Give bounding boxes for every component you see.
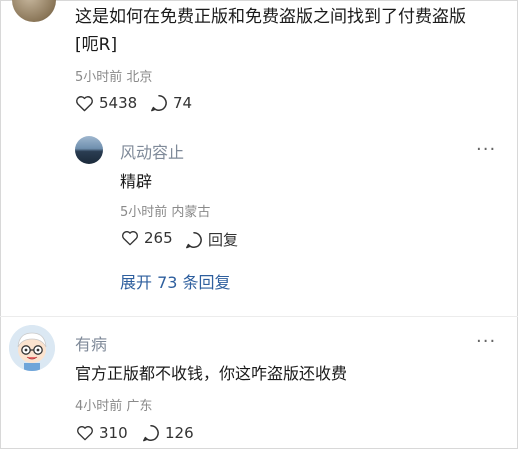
like-button[interactable]: 265 (121, 229, 173, 247)
reply-username[interactable]: 风动容止 (120, 139, 184, 163)
comment-time: 4小时前 (75, 399, 123, 414)
comment-meta: 4小时前 广东 (75, 395, 152, 414)
heart-outline-icon (77, 426, 93, 441)
avatar[interactable] (75, 136, 103, 164)
comment-username[interactable]: 有病 (75, 331, 107, 355)
like-count: 310 (99, 424, 128, 442)
like-button[interactable]: 310 (76, 424, 128, 442)
comment-text-line: [呃R] (75, 35, 118, 55)
more-options-button[interactable]: ··· (476, 331, 496, 352)
like-count: 265 (144, 229, 173, 247)
reply-button[interactable]: 回复 (185, 229, 238, 250)
like-count: 5438 (99, 94, 138, 112)
reply-label: 回复 (208, 231, 239, 249)
more-options-button[interactable]: ··· (476, 139, 496, 160)
reply-bubble-icon (186, 231, 202, 248)
divider (0, 316, 518, 317)
heart-outline-icon (122, 231, 138, 246)
comment-meta: 5小时前 北京 (75, 66, 152, 85)
reply-count: 126 (165, 424, 194, 442)
comment-button[interactable]: 126 (142, 424, 194, 442)
reply-count: 74 (173, 94, 193, 112)
speech-bubble-icon (151, 95, 167, 112)
comment-text: 官方正版都不收钱，你这咋盗版还收费 (75, 364, 348, 383)
reply-time: 5小时前 (120, 205, 168, 220)
reply-location: 内蒙古 (171, 205, 211, 220)
comment-location: 北京 (126, 70, 153, 85)
comment-text-line: 这是如何在免费正版和免费盗版之间找到了付费盗版 (75, 7, 466, 27)
comment-location: 广东 (126, 399, 153, 414)
reply-text: 精辟 (120, 172, 153, 191)
comment-button[interactable]: 74 (150, 94, 192, 112)
comment-time: 5小时前 (75, 70, 123, 85)
reply-meta: 5小时前 内蒙古 (120, 201, 210, 220)
heart-outline-icon (76, 95, 93, 111)
like-button[interactable]: 5438 (75, 94, 137, 112)
expand-replies-link[interactable]: 展开 73 条回复 (120, 269, 231, 293)
speech-bubble-icon (143, 425, 159, 442)
cartoon-avatar-icon (9, 325, 55, 371)
avatar[interactable] (9, 325, 55, 371)
